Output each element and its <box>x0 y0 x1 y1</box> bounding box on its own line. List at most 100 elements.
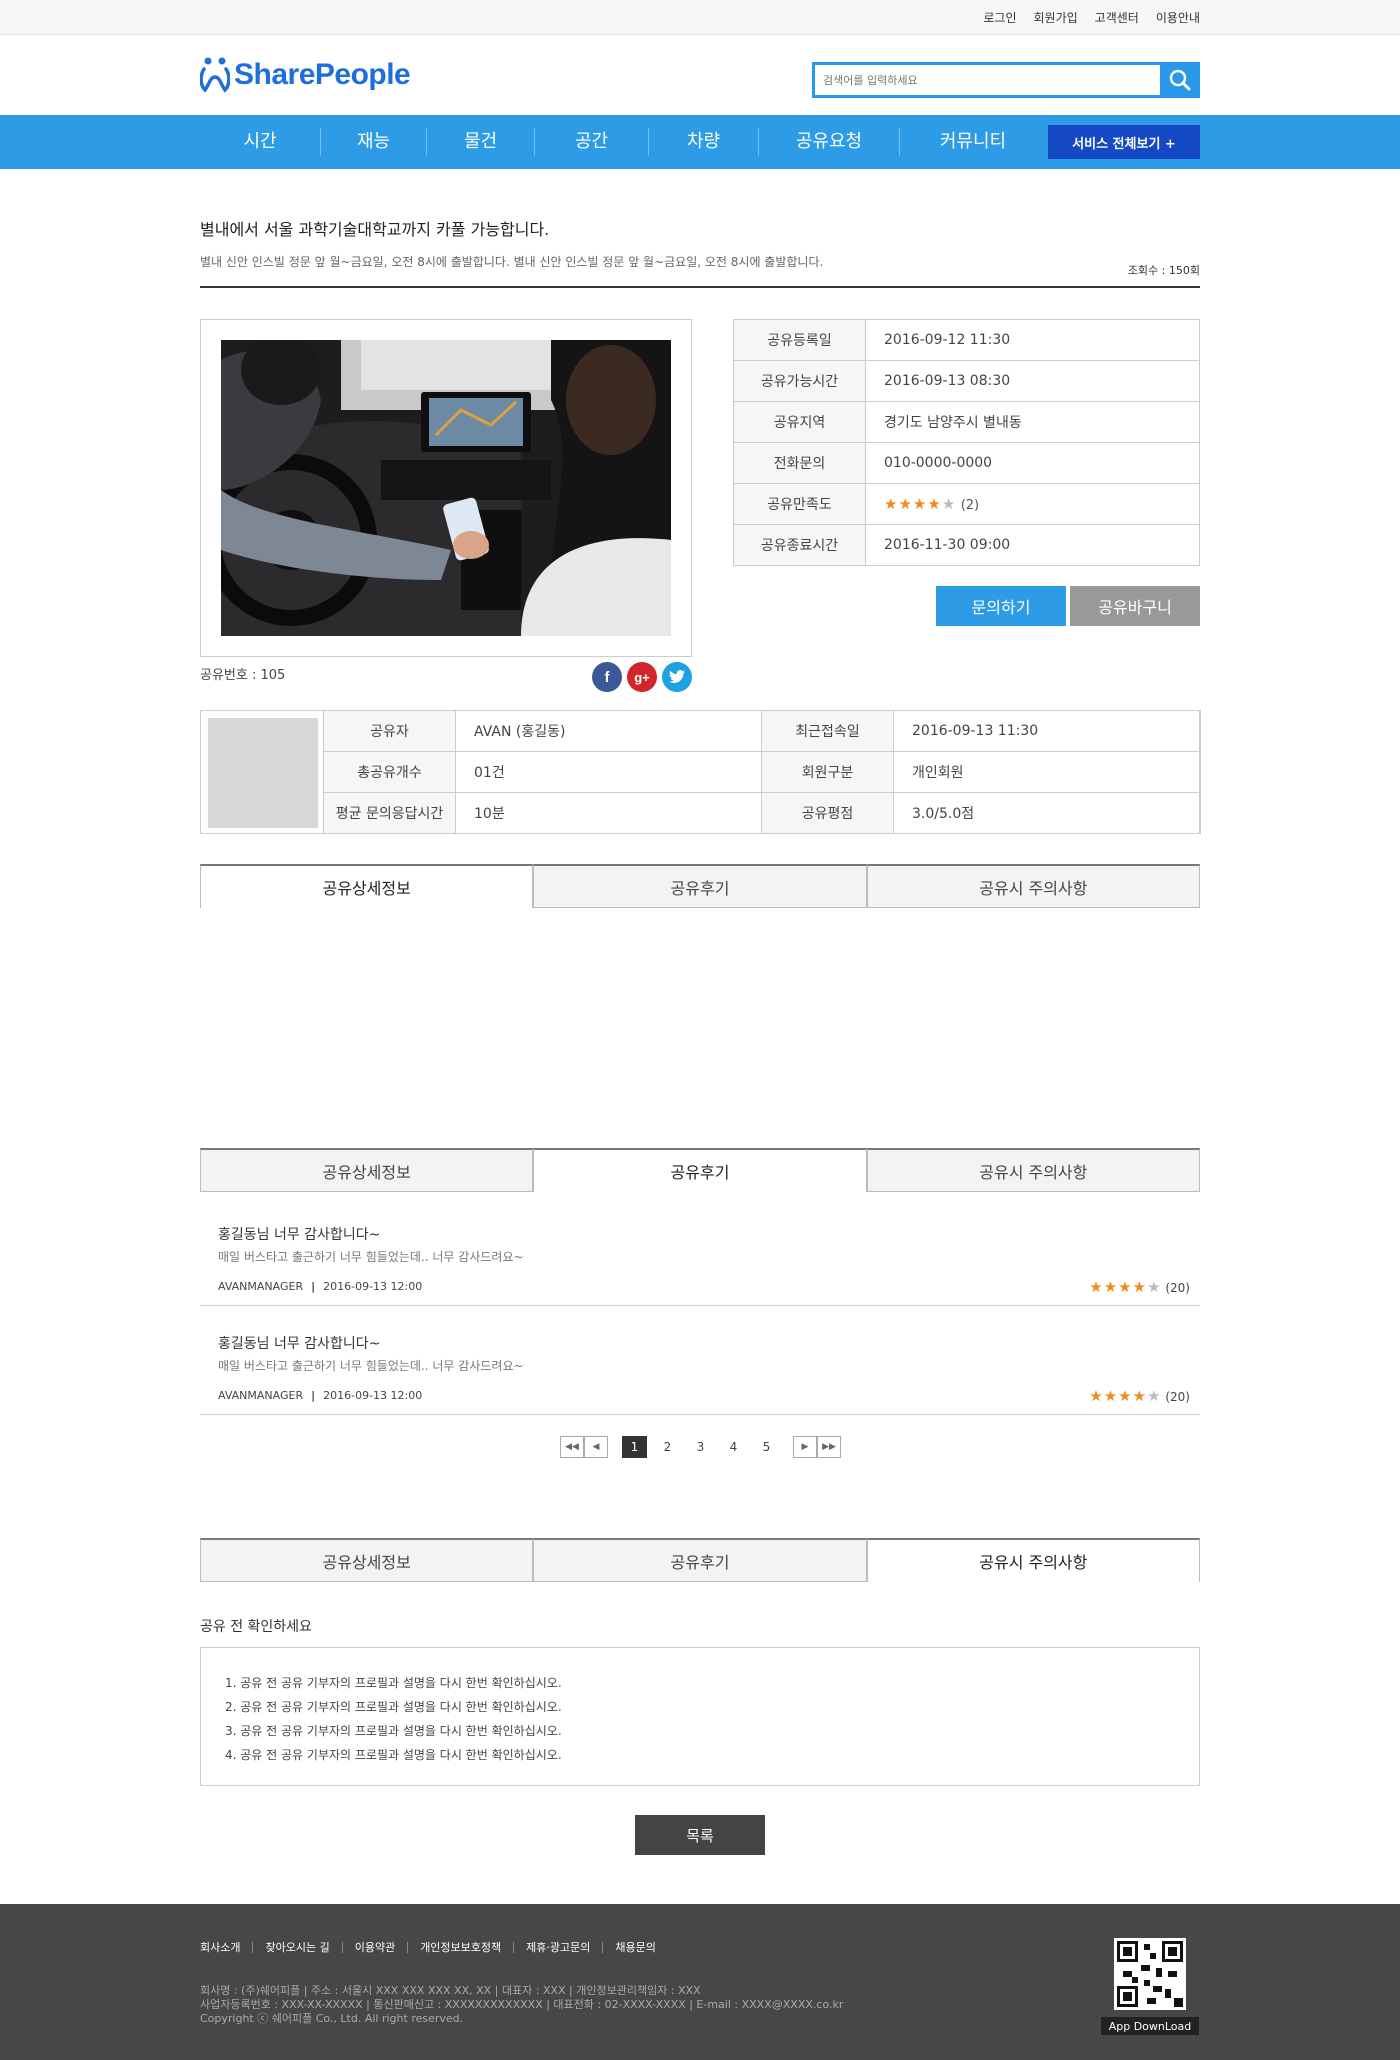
info-key: 공유지역 <box>733 401 866 443</box>
rating-count: (2) <box>960 498 980 513</box>
tab-detail-info[interactable]: 공유상세정보 <box>200 864 534 908</box>
prev-page-icon[interactable]: ◀ <box>584 1436 608 1458</box>
notice-title: 공유 전 확인하세요 <box>200 1619 312 1635</box>
tab-cautions[interactable]: 공유시 주의사항 <box>866 864 1200 908</box>
search-input[interactable] <box>815 65 1157 95</box>
tab-detail-info[interactable]: 공유상세정보 <box>200 1148 534 1192</box>
owner-value: 10분 <box>455 792 762 834</box>
page-number[interactable]: 2 <box>655 1436 680 1458</box>
detail-tabs-3: 공유상세정보 공유후기 공유시 주의사항 <box>200 1538 1200 1582</box>
review-count: (20) <box>1165 1281 1190 1295</box>
nav-item-community[interactable]: 커뮤니티 <box>900 128 1046 156</box>
page-number[interactable]: 5 <box>754 1436 779 1458</box>
nav-item-space[interactable]: 공간 <box>535 128 649 156</box>
star-icon: ★ <box>941 495 957 513</box>
guide-link[interactable]: 이용안내 <box>1156 9 1200 26</box>
tab-reviews[interactable]: 공유후기 <box>533 864 867 908</box>
notice-box: 1. 공유 전 공유 기부자의 프로필과 설명을 다시 한번 확인하십시오. 2… <box>200 1647 1200 1786</box>
main-nav: 시간 재능 물건 공간 차량 공유요청 커뮤니티 서비스 전체보기 + <box>0 115 1400 169</box>
info-row: 공유만족도 ★★★★★ (2) <box>733 483 1200 525</box>
share-info-table: 공유등록일 2016-09-12 11:30 공유가능시간 2016-09-13 0… <box>733 319 1200 566</box>
nav-item-goods[interactable]: 물건 <box>427 128 535 156</box>
info-row: 공유등록일 2016-09-12 11:30 <box>733 319 1200 361</box>
owner-key: 총공유개수 <box>323 751 456 793</box>
detail-tabs-2: 공유상세정보 공유후기 공유시 주의사항 <box>200 1148 1200 1192</box>
all-services-button[interactable]: 서비스 전체보기 + <box>1048 125 1200 159</box>
star-icon: ★ <box>1103 1278 1119 1296</box>
app-download-button[interactable]: App DownLoad <box>1101 2017 1199 2035</box>
nav-item-time[interactable]: 시간 <box>200 128 321 156</box>
review-count: (20) <box>1165 1390 1190 1404</box>
top-bar: 로그인 회원가입 고객센터 이용안내 <box>0 0 1400 35</box>
inquiry-button[interactable]: 문의하기 <box>936 586 1066 626</box>
info-row: 공유가능시간 2016-09-13 08:30 <box>733 360 1200 402</box>
top-links: 로그인 회원가입 고객센터 이용안내 <box>983 0 1200 35</box>
car-interior-image <box>221 340 671 636</box>
info-key: 공유등록일 <box>733 319 866 361</box>
tab-cautions[interactable]: 공유시 주의사항 <box>866 1148 1200 1192</box>
last-page-icon[interactable]: ▶▶ <box>817 1436 841 1458</box>
owner-key: 공유자 <box>323 710 456 752</box>
tab-reviews[interactable]: 공유후기 <box>533 1538 867 1582</box>
footer-links: 회사소개 찾아오시는 길 이용약관 개인정보보호정책 제휴·광고문의 채용문의 <box>200 1942 668 1953</box>
nav-items: 시간 재능 물건 공간 차량 공유요청 커뮤니티 <box>200 115 1046 169</box>
footer-link-recruit[interactable]: 채용문의 <box>602 1942 667 1953</box>
detail-tabs-1: 공유상세정보 공유후기 공유시 주의사항 <box>200 864 1200 908</box>
login-link[interactable]: 로그인 <box>983 9 1016 26</box>
tab-reviews[interactable]: 공유후기 <box>533 1148 867 1192</box>
review-body: 매일 버스타고 출근하기 너무 힘들었는데.. 너무 감사드려요~ <box>218 1359 524 1373</box>
twitter-icon[interactable] <box>662 662 692 692</box>
star-icon: ★ <box>1118 1387 1133 1405</box>
footer-link-about[interactable]: 회사소개 <box>200 1942 252 1953</box>
company-info: 회사명 : (주)쉐어피플 | 주소 : 서울시 XXX XXX XXX XX,… <box>200 1984 843 2026</box>
post-title: 별내에서 서울 과학기술대학교까지 카풀 가능합니다. <box>200 220 550 239</box>
next-page-icon[interactable]: ▶ <box>793 1436 817 1458</box>
notice-item: 3. 공유 전 공유 기부자의 프로필과 설명을 다시 한번 확인하십시오. <box>225 1724 562 1738</box>
search-icon <box>1169 69 1191 91</box>
star-icon: ★ <box>1089 1278 1104 1296</box>
car-photo[interactable] <box>221 340 671 636</box>
share-cart-button[interactable]: 공유바구니 <box>1070 586 1200 626</box>
facebook-icon[interactable]: f <box>592 662 622 692</box>
nav-item-vehicle[interactable]: 차량 <box>649 128 759 156</box>
avatar <box>208 718 318 828</box>
footer-link-directions[interactable]: 찾아오시는 길 <box>252 1942 341 1953</box>
sns-share: f g+ <box>592 662 692 692</box>
owner-key: 회원구분 <box>761 751 894 793</box>
share-number: 공유번호 : 105 <box>200 668 286 683</box>
title-divider <box>200 286 1200 288</box>
footer-link-privacy[interactable]: 개인정보보호정책 <box>407 1942 513 1953</box>
satisfaction-rating: ★★★★★ (2) <box>865 483 1200 525</box>
tab-detail-info[interactable]: 공유상세정보 <box>200 1538 534 1582</box>
google-plus-icon[interactable]: g+ <box>627 662 657 692</box>
page-number[interactable]: 3 <box>688 1436 713 1458</box>
first-page-icon[interactable]: ◀◀ <box>560 1436 584 1458</box>
nav-item-share-request[interactable]: 공유요청 <box>759 128 900 156</box>
tab-cautions[interactable]: 공유시 주의사항 <box>866 1538 1200 1582</box>
customer-center-link[interactable]: 고객센터 <box>1095 9 1139 26</box>
nav-item-talent[interactable]: 재능 <box>321 128 427 156</box>
list-item: 홍길동님 너무 감사합니다~ 매일 버스타고 출근하기 너무 힘들었는데.. 너… <box>200 1315 1200 1415</box>
star-icon: ★ <box>912 495 928 513</box>
info-key: 공유종료시간 <box>733 524 866 566</box>
footer-link-terms[interactable]: 이용약관 <box>341 1942 407 1953</box>
footer-link-partnership[interactable]: 제휴·광고문의 <box>513 1942 602 1953</box>
info-value: 2016-09-13 08:30 <box>865 360 1200 402</box>
search-button[interactable] <box>1160 62 1200 98</box>
logo-text: SharePeople <box>234 58 411 91</box>
star-rating: ★★★★★ <box>884 495 956 513</box>
star-rating: ★★★★★ <box>1089 1387 1161 1405</box>
info-key: 전화문의 <box>733 442 866 484</box>
page-number[interactable]: 4 <box>721 1436 746 1458</box>
owner-row: 총공유개수 01건 회원구분 개인회원 <box>323 751 1201 793</box>
view-count: 조회수 : 150회 <box>1127 264 1200 277</box>
info-row: 공유종료시간 2016-11-30 09:00 <box>733 524 1200 566</box>
logo[interactable]: SharePeople <box>200 56 411 94</box>
copyright: Copyright ⓒ 쉐어피플 Co., Ltd. All right res… <box>200 2012 464 2025</box>
list-button[interactable]: 목록 <box>635 1815 765 1855</box>
owner-value: 3.0/5.0점 <box>893 792 1201 834</box>
page-number[interactable]: 1 <box>622 1436 647 1458</box>
signup-link[interactable]: 회원가입 <box>1033 9 1077 26</box>
qr-code <box>1114 1938 1186 2010</box>
owner-value: 2016-09-13 11:30 <box>893 710 1201 752</box>
